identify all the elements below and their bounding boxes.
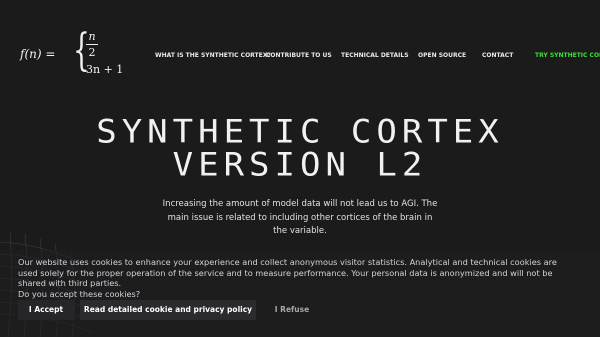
cookie-question: Do you accept these cookies? bbox=[18, 288, 141, 299]
nav-try-synthetic-cortex[interactable]: TRY SYNTHETIC CORTEX bbox=[535, 50, 600, 62]
main-navigation: WHAT IS THE SYNTHETIC CORTEX? CONTRIBUTE… bbox=[0, 50, 600, 62]
nav-contribute[interactable]: CONTRIBUTE TO US bbox=[266, 50, 332, 62]
cookie-policy-button[interactable]: Read detailed cookie and privacy policy bbox=[80, 300, 256, 320]
nav-contact[interactable]: CONTACT bbox=[482, 50, 513, 62]
accept-cookies-button[interactable]: I Accept bbox=[18, 300, 74, 320]
hero-title-line-2: VERSION L2 bbox=[172, 146, 428, 184]
logo-case-odd: 3n + 1 bbox=[86, 63, 124, 76]
logo-fraction-bar bbox=[86, 44, 98, 45]
cookie-banner: Our website uses cookies to enhance your… bbox=[0, 250, 600, 337]
site-header: f(n) = { n 2 3n + 1 WHAT IS THE SYNTHETI… bbox=[0, 0, 600, 105]
cookie-message: Our website uses cookies to enhance your… bbox=[18, 257, 578, 299]
nav-open-source[interactable]: OPEN SOURCE bbox=[418, 50, 466, 62]
nav-technical-details[interactable]: TECHNICAL DETAILS bbox=[341, 50, 409, 62]
hero-lead-text: Increasing the amount of model data will… bbox=[162, 199, 438, 236]
nav-what-is-synthetic-cortex[interactable]: WHAT IS THE SYNTHETIC CORTEX? bbox=[155, 50, 271, 62]
hero-title-line-1: SYNTHETIC CORTEX bbox=[96, 113, 504, 151]
logo-fraction-numerator: n bbox=[88, 30, 96, 43]
refuse-cookies-button[interactable]: I Refuse bbox=[262, 300, 322, 320]
cookie-message-body: Our website uses cookies to enhance your… bbox=[18, 257, 557, 288]
